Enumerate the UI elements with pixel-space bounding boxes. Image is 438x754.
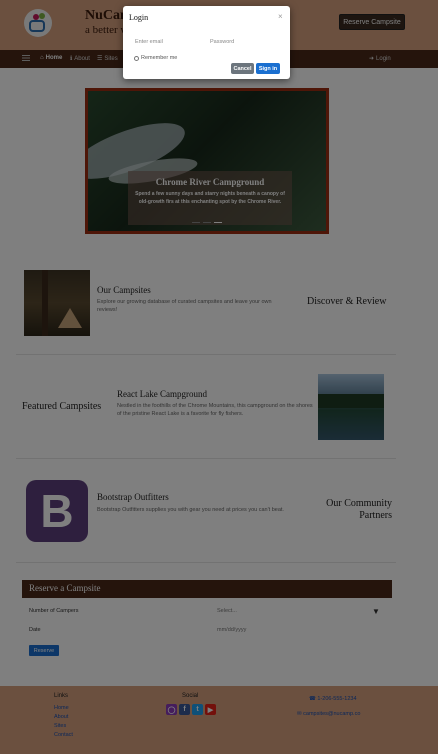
cancel-button[interactable]: Cancel (231, 63, 254, 74)
modal-backdrop[interactable] (0, 0, 438, 754)
remember-label: Remember me (141, 55, 178, 61)
remember-checkbox[interactable] (134, 55, 139, 61)
login-modal: Login × Remember me Cancel Sign in (123, 6, 290, 79)
email-field[interactable] (135, 35, 205, 49)
modal-title: Login (129, 13, 149, 22)
close-icon[interactable]: × (278, 12, 283, 21)
password-field[interactable] (210, 35, 280, 49)
sign-in-button[interactable]: Sign in (256, 63, 280, 74)
remember-me[interactable]: Remember me (134, 55, 177, 61)
